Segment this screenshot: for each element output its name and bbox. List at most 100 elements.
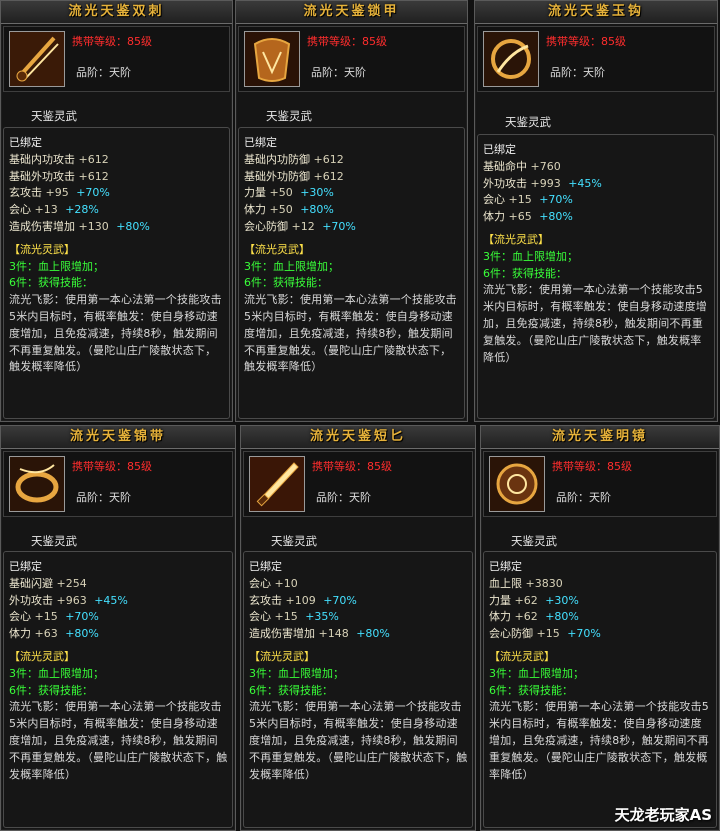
item-rank: 品阶：天阶 (311, 66, 366, 79)
stat-line: 基础内功防御 +612 (244, 152, 460, 169)
item-header: 携带等级：85级 品阶：天阶 (238, 26, 465, 92)
series-name: 天鉴灵武 (271, 534, 317, 548)
series-name: 天鉴灵武 (31, 534, 77, 548)
stat-bonus: +70% (322, 219, 356, 233)
stat-label: 力量 (489, 593, 511, 607)
skill-description: 流光飞影：使用第一本心法第一个技能攻击5米内目标时，有概率触发：使自身移动速度增… (9, 700, 228, 781)
item-header: 携带等级：85级 品阶：天阶 (243, 451, 473, 517)
bright-mirror-icon (489, 456, 545, 512)
skill-description: 流光飞影：使用第一本心法第一个技能攻击5米内目标时，有概率触发：使自身移动速度增… (244, 293, 457, 374)
stat-line: 玄攻击 +109 +70% (249, 593, 468, 610)
item-details: 已绑定 基础内功防御 +612 基础外功防御 +612 力量 +50 +30% … (238, 127, 465, 419)
item-tooltip-card: 流光天鉴短匕 携带等级：85级 品阶：天阶 天鉴灵武 已绑定 会心 +10 玄攻… (240, 425, 476, 831)
set-name: 【流光灵武】 (489, 649, 555, 663)
chain-armor-icon (244, 31, 300, 87)
item-header: 携带等级：85级 品阶：天阶 (3, 26, 230, 92)
stat-base: +95 (45, 186, 69, 200)
set-name: 【流光灵武】 (9, 649, 75, 663)
watermark: 天龙老玩家AS (614, 806, 712, 824)
stat-line: 会心 +13 +28% (9, 202, 225, 219)
item-rank: 品阶：天阶 (76, 66, 131, 79)
stat-base: +15 (508, 193, 532, 207)
item-title: 流光天鉴双刺 (1, 1, 232, 24)
item-rank: 品阶：天阶 (76, 491, 131, 504)
stat-label: 体力 (244, 203, 266, 217)
bound-status: 已绑定 (489, 560, 522, 573)
stat-label: 会心 (249, 576, 271, 590)
stat-line: 基础命中 +760 (483, 159, 710, 176)
stat-line: 会心防御 +15 +70% (489, 626, 712, 643)
stat-bonus: +70% (76, 186, 110, 200)
stat-label: 力量 (244, 186, 266, 200)
stat-line: 体力 +62 +80% (489, 609, 712, 626)
item-rank: 品阶：天阶 (556, 491, 611, 504)
stat-base: +50 (269, 186, 293, 200)
set-bonus-6: 6件：获得技能： (489, 683, 573, 697)
stat-label: 会心防御 (489, 627, 533, 641)
stat-base: +15 (34, 610, 58, 624)
item-title: 流光天鉴明镜 (481, 426, 719, 449)
carry-level: 携带等级：85级 (72, 460, 152, 473)
carry-level: 携带等级：85级 (552, 460, 632, 473)
set-name: 【流光灵武】 (244, 242, 310, 256)
set-bonus-3: 3件：血上限增加； (244, 259, 339, 273)
item-header: 携带等级：85级 品阶：天阶 (477, 26, 715, 92)
set-bonus-6: 6件：获得技能： (244, 276, 328, 290)
stat-bonus: +80% (356, 627, 390, 641)
stat-base: +612 (313, 152, 344, 166)
item-details: 已绑定 血上限 +3830 力量 +62 +30% 体力 +62 +80% 会心… (483, 551, 717, 828)
item-rank: 品阶：天阶 (316, 491, 371, 504)
set-bonus-3: 3件：血上限增加； (249, 666, 344, 680)
stat-label: 会心 (9, 610, 31, 624)
stat-base: +13 (34, 203, 58, 217)
stat-line: 会心 +15 +70% (9, 609, 228, 626)
set-name: 【流光灵武】 (483, 232, 549, 246)
stat-line: 玄攻击 +95 +70% (9, 185, 225, 202)
stat-line: 会心防御 +12 +70% (244, 219, 460, 236)
stat-base: +62 (514, 593, 538, 607)
stat-base: +12 (291, 219, 315, 233)
stat-line: 体力 +50 +80% (244, 202, 460, 219)
item-details: 已绑定 基础命中 +760 外功攻击 +993 +45% 会心 +15 +70%… (477, 134, 715, 419)
stat-base: +612 (313, 169, 344, 183)
stat-line: 会心 +10 (249, 576, 468, 593)
series-name: 天鉴灵武 (511, 534, 557, 548)
stat-bonus: +45% (94, 593, 128, 607)
item-title: 流光天鉴短匕 (241, 426, 475, 449)
stat-label: 外功攻击 (9, 593, 53, 607)
stat-line: 会心 +15 +35% (249, 609, 468, 626)
stat-line: 体力 +65 +80% (483, 209, 710, 226)
item-header: 携带等级：85级 品阶：天阶 (3, 451, 233, 517)
carry-level: 携带等级：85级 (307, 35, 387, 48)
short-dagger-icon (249, 456, 305, 512)
stat-base: +963 (56, 593, 87, 607)
stat-label: 基础外功攻击 (9, 169, 75, 183)
bound-status: 已绑定 (244, 136, 277, 149)
bound-status: 已绑定 (9, 136, 42, 149)
stat-base: +65 (508, 210, 532, 224)
carry-level: 携带等级：85级 (312, 460, 392, 473)
stat-bonus: +80% (116, 219, 150, 233)
set-bonus-6: 6件：获得技能： (9, 683, 93, 697)
stat-line: 造成伤害增加 +148 +80% (249, 626, 468, 643)
skill-description: 流光飞影：使用第一本心法第一个技能攻击5米内目标时，有概率触发：使自身移动速度增… (483, 283, 707, 364)
item-rank: 品阶：天阶 (550, 66, 605, 79)
jade-hook-icon (483, 31, 539, 87)
stat-bonus: +80% (539, 210, 573, 224)
stat-bonus: +70% (65, 610, 99, 624)
stat-label: 血上限 (489, 576, 522, 590)
stat-line: 外功攻击 +993 +45% (483, 176, 710, 193)
twin-daggers-icon (9, 31, 65, 87)
stat-base: +15 (274, 610, 298, 624)
stat-label: 会心防御 (244, 219, 288, 233)
item-title: 流光天鉴锁甲 (236, 1, 467, 24)
item-details: 已绑定 基础闪避 +254 外功攻击 +963 +45% 会心 +15 +70%… (3, 551, 233, 828)
stat-label: 造成伤害增加 (9, 219, 75, 233)
series-name: 天鉴灵武 (505, 115, 551, 129)
skill-description: 流光飞影：使用第一本心法第一个技能攻击5米内目标时，有概率触发：使自身移动速度增… (9, 293, 222, 374)
stat-label: 基础闪避 (9, 576, 53, 590)
set-name: 【流光灵武】 (9, 242, 75, 256)
stat-label: 造成伤害增加 (249, 627, 315, 641)
set-bonus-3: 3件：血上限增加； (9, 666, 104, 680)
set-bonus-6: 6件：获得技能： (483, 266, 567, 280)
